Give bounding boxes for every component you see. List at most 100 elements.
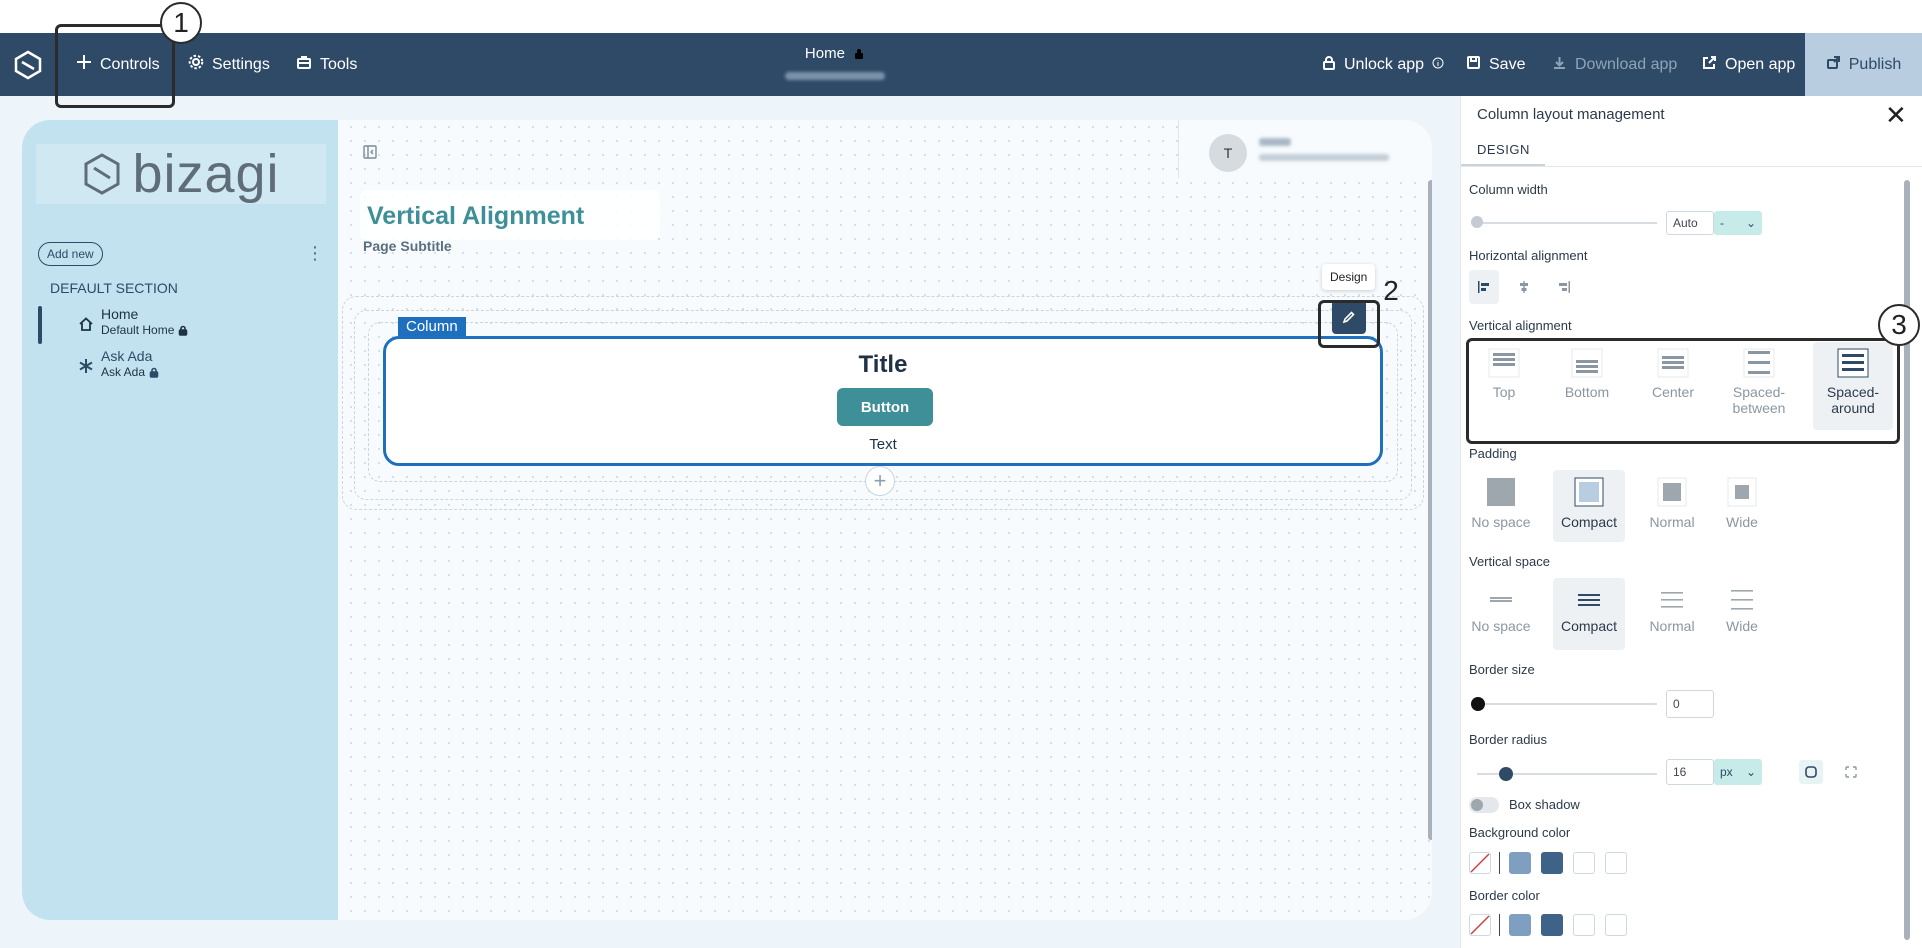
- border-color-light-blue-swatch[interactable]: [1509, 914, 1531, 936]
- sidebar-item-sublabel: Default Home: [101, 323, 188, 337]
- padding-option-label: Normal: [1649, 514, 1695, 530]
- padding-no-space-button[interactable]: No space: [1469, 470, 1533, 542]
- publish-button[interactable]: Publish: [1805, 33, 1922, 96]
- vspace-no-space-button[interactable]: No space: [1469, 578, 1533, 650]
- align-left-button[interactable]: [1469, 270, 1499, 304]
- page-subtitle[interactable]: Page Subtitle: [363, 238, 452, 254]
- vertical-alignment-label: Vertical alignment: [1469, 318, 1572, 333]
- app-logo-icon[interactable]: [0, 33, 56, 96]
- no-color-icon: [1470, 915, 1490, 935]
- vspace-compact-icon: [1578, 594, 1600, 606]
- chevron-down-icon: ⌄: [1745, 216, 1756, 230]
- asterisk-icon: [78, 358, 94, 377]
- vertical-space-label: Vertical space: [1469, 554, 1550, 569]
- download-app-button[interactable]: Download app: [1552, 33, 1677, 96]
- align-center-icon: [1520, 281, 1528, 293]
- top-toolbar: Controls Settings Tools Home Unlock app …: [0, 33, 1922, 96]
- sidebar-item-ask-ada[interactable]: Ask Ada Ask Ada: [38, 348, 328, 386]
- column-width-unit-select[interactable]: - ⌄: [1714, 211, 1762, 235]
- border-color-dark-blue-swatch[interactable]: [1541, 914, 1563, 936]
- padding-compact-icon: [1574, 477, 1604, 507]
- lock-icon: [149, 367, 159, 378]
- vspace-option-label: Normal: [1649, 618, 1695, 634]
- border-radius-label: Border radius: [1469, 732, 1548, 747]
- bg-color-light-blue-swatch[interactable]: [1509, 852, 1531, 874]
- panel-scrollbar[interactable]: [1904, 180, 1910, 940]
- section-label: DEFAULT SECTION: [50, 280, 178, 296]
- callout-number-2: 2: [1383, 275, 1399, 306]
- vspace-compact-button[interactable]: Compact: [1553, 578, 1625, 650]
- workspace: bizagi Add new ⋮ DEFAULT SECTION Home De…: [0, 96, 1460, 948]
- user-name-blurred: [1259, 138, 1291, 146]
- border-radius-input[interactable]: 16: [1666, 759, 1714, 785]
- uniform-radius-button[interactable]: [1799, 760, 1823, 784]
- no-color-icon: [1470, 853, 1490, 873]
- tab-divider: [1461, 166, 1922, 167]
- vspace-option-label: Wide: [1726, 618, 1758, 634]
- tab-design[interactable]: DESIGN: [1477, 142, 1530, 157]
- open-app-button[interactable]: Open app: [1702, 33, 1795, 96]
- close-icon[interactable]: ✕: [1885, 102, 1907, 128]
- bizagi-logo: bizagi: [36, 144, 326, 204]
- border-size-slider[interactable]: [1473, 703, 1657, 705]
- bg-color-white-swatch[interactable]: [1573, 852, 1595, 874]
- horizontal-alignment-label: Horizontal alignment: [1469, 248, 1588, 263]
- padding-label: Padding: [1469, 446, 1517, 461]
- download-icon: [1552, 55, 1567, 75]
- border-size-input[interactable]: 0: [1666, 690, 1714, 718]
- collapse-sidebar-icon[interactable]: [362, 144, 378, 163]
- box-shadow-toggle[interactable]: [1469, 797, 1499, 813]
- lock-icon: [853, 47, 865, 64]
- column-width-input[interactable]: Auto: [1666, 211, 1714, 235]
- callout-number-3: 3: [1878, 304, 1920, 346]
- padding-option-label: Wide: [1726, 514, 1758, 530]
- callout-box-controls: [55, 24, 175, 108]
- bg-color-dark-blue-swatch[interactable]: [1541, 852, 1563, 874]
- column-button[interactable]: Button: [837, 388, 933, 426]
- border-size-slider-knob[interactable]: [1471, 697, 1485, 711]
- vspace-wide-button[interactable]: Wide: [1717, 578, 1767, 650]
- add-control-button[interactable]: +: [865, 466, 895, 496]
- canvas-scrollbar[interactable]: [1428, 180, 1432, 840]
- user-card[interactable]: T: [1178, 120, 1432, 178]
- toolbox-icon: [296, 54, 312, 75]
- column-text[interactable]: Text: [386, 436, 1380, 453]
- align-right-button[interactable]: [1549, 270, 1579, 304]
- bg-color-none-swatch[interactable]: [1469, 852, 1491, 874]
- sidebar-item-label: Ask Ada: [101, 348, 153, 364]
- vspace-normal-button[interactable]: Normal: [1639, 578, 1705, 650]
- selected-column[interactable]: Title Button Text: [383, 336, 1383, 466]
- settings-button[interactable]: Settings: [188, 33, 270, 96]
- border-radius-slider-knob[interactable]: [1499, 767, 1513, 781]
- sidebar-item-home[interactable]: Home Default Home: [38, 306, 328, 344]
- individual-radius-button[interactable]: [1839, 760, 1863, 784]
- column-width-slider-knob[interactable]: [1471, 216, 1483, 228]
- column-title[interactable]: Title: [386, 351, 1380, 379]
- lock-icon: [1322, 55, 1336, 75]
- unlock-app-button[interactable]: Unlock app: [1322, 33, 1444, 96]
- column-layout-panel: Column layout management ✕ DESIGN Column…: [1460, 96, 1922, 948]
- align-center-button[interactable]: [1509, 270, 1539, 304]
- sidebar-item-sublabel: Ask Ada: [101, 365, 159, 379]
- add-new-button[interactable]: Add new: [38, 242, 103, 266]
- external-link-icon: [1702, 55, 1717, 75]
- design-tooltip: Design: [1322, 264, 1376, 290]
- tools-button[interactable]: Tools: [296, 33, 357, 96]
- border-color-white-swatch-2[interactable]: [1605, 914, 1627, 936]
- border-color-label: Border color: [1469, 888, 1540, 903]
- save-button[interactable]: Save: [1466, 33, 1525, 96]
- border-radius-unit-select[interactable]: px ⌄: [1714, 759, 1762, 785]
- padding-normal-button[interactable]: Normal: [1639, 470, 1705, 542]
- more-options-icon[interactable]: ⋮: [306, 244, 324, 262]
- vspace-none-icon: [1490, 597, 1512, 602]
- column-width-slider[interactable]: [1473, 222, 1657, 224]
- padding-normal-icon: [1657, 477, 1687, 507]
- border-color-none-swatch[interactable]: [1469, 914, 1491, 936]
- border-color-white-swatch[interactable]: [1573, 914, 1595, 936]
- page-title[interactable]: Vertical Alignment: [367, 202, 584, 231]
- vspace-option-label: Compact: [1560, 618, 1618, 634]
- bg-color-white-swatch-2[interactable]: [1605, 852, 1627, 874]
- padding-compact-button[interactable]: Compact: [1553, 470, 1625, 542]
- padding-wide-button[interactable]: Wide: [1717, 470, 1767, 542]
- column-tag: Column: [398, 317, 466, 336]
